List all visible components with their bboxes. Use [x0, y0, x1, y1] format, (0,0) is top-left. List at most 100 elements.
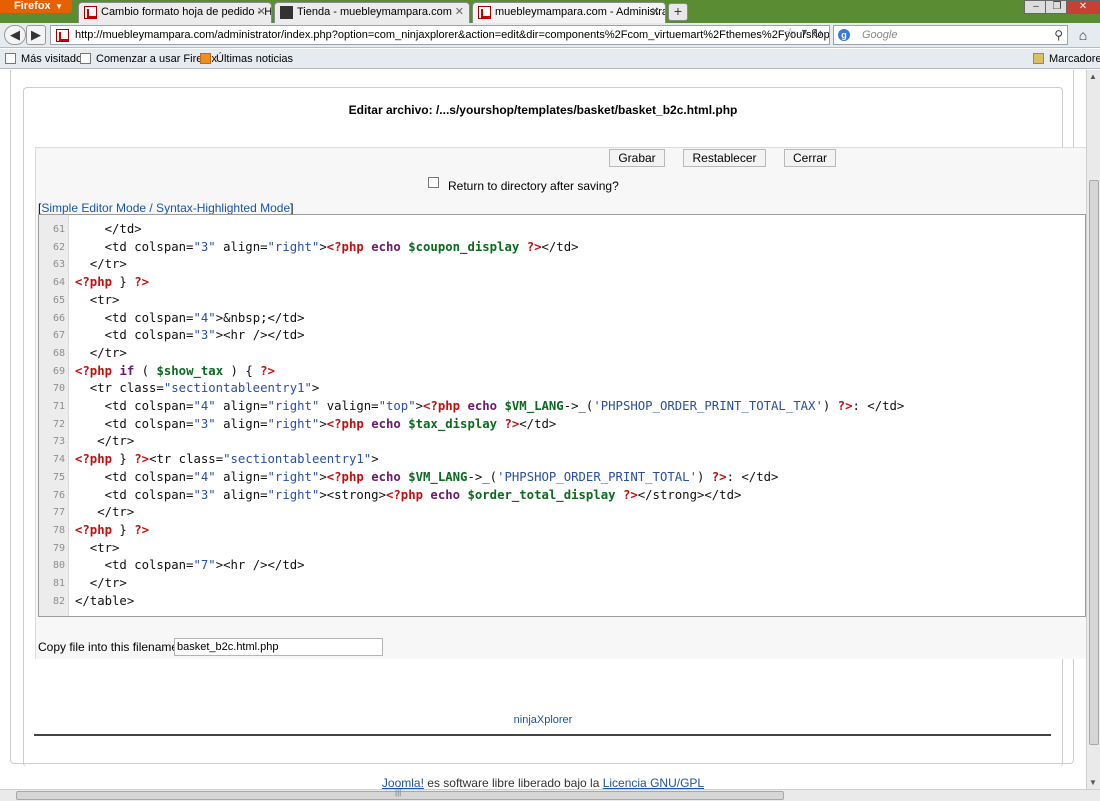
- editor-mode-toggle: [Simple Editor Mode / Syntax-Highlighted…: [38, 201, 293, 215]
- close-button[interactable]: Cerrar: [784, 149, 836, 167]
- joomla-link[interactable]: Joomla!: [382, 776, 424, 789]
- search-input[interactable]: g Google ⚲: [833, 25, 1068, 45]
- code-token: </tr>: [75, 576, 127, 590]
- code-token: </tr>: [75, 434, 135, 449]
- code-token: 'PHPSHOP_ORDER_PRINT_TOTAL_TAX': [593, 399, 823, 413]
- line-number: 77: [52, 507, 65, 519]
- code-token: </tr>: [75, 505, 135, 520]
- forward-icon[interactable]: ▶: [26, 25, 46, 45]
- code-token: </td>: [541, 239, 579, 254]
- code-token: <td colspan=: [75, 487, 194, 502]
- line-number: 62: [52, 241, 65, 253]
- code-token: ->_(: [563, 399, 594, 413]
- code-token: "3": [193, 487, 216, 502]
- code-token: "right": [267, 469, 320, 484]
- scroll-down-icon[interactable]: ▼: [1089, 778, 1097, 787]
- reload-icon[interactable]: ↻: [812, 26, 823, 42]
- firefox-menu-button[interactable]: Firefox ▼: [0, 0, 72, 13]
- back-icon[interactable]: ◀: [4, 25, 26, 45]
- code-token: <tr>: [75, 292, 120, 307]
- line-number: 72: [52, 418, 65, 430]
- code-token: >&nbsp;</td>: [215, 310, 305, 325]
- code-line: 68 </tr>: [39, 345, 1085, 363]
- divider: [34, 734, 1051, 736]
- code-line: 81 </tr>: [39, 575, 1085, 593]
- code-token: ?>: [134, 275, 150, 290]
- code-token: <?php: [385, 487, 424, 502]
- code-line: 62 <td colspan="3" align="right"><?php e…: [39, 239, 1085, 257]
- tab-cambio-formato[interactable]: Cambio formato hoja de pedido - Ho... ✕: [78, 2, 272, 23]
- copy-filename-input[interactable]: [174, 638, 383, 656]
- line-number: 75: [52, 471, 65, 483]
- code-token: "right": [267, 239, 320, 254]
- code-line: 70 <tr class="sectiontableentry1">: [39, 380, 1085, 398]
- code-token: <?php: [326, 239, 364, 254]
- footer: Joomla! es software libre liberado bajo …: [0, 776, 1086, 789]
- tab-tienda[interactable]: Tienda - muebleymampara.com ✕: [274, 2, 470, 23]
- code-token: $order_total_display: [467, 487, 616, 502]
- window-close-icon[interactable]: ✕: [1066, 0, 1100, 14]
- vertical-scrollbar[interactable]: ▲ ▼: [1086, 70, 1100, 789]
- bookmark-icon: [5, 53, 16, 64]
- code-token: if: [119, 363, 135, 378]
- code-token: ?>: [622, 487, 638, 502]
- home-icon[interactable]: ⌂: [1072, 25, 1094, 45]
- bookmark-mas-visitados[interactable]: Más visitados: [5, 49, 88, 69]
- bookmark-comenzar-firefox[interactable]: Comenzar a usar Firefox: [80, 49, 217, 69]
- return-to-directory-checkbox[interactable]: [428, 177, 439, 188]
- bookmark-ultimas-noticias[interactable]: Últimas noticias: [200, 49, 293, 69]
- google-icon[interactable]: g: [838, 29, 850, 41]
- chevron-down-icon[interactable]: ▼: [800, 27, 809, 37]
- code-token: <?php: [326, 469, 364, 484]
- line-number: 63: [52, 259, 65, 271]
- code-token: align=: [215, 416, 268, 431]
- bookmarks-menu[interactable]: Marcadores: [1033, 49, 1100, 69]
- line-number: 65: [52, 294, 65, 306]
- code-token: <td colspan=: [75, 558, 194, 573]
- code-text: </tr>: [75, 345, 127, 363]
- code-token: ><hr /></td>: [215, 558, 305, 573]
- tab-administracion[interactable]: muebleymampara.com - Administra... ✕: [472, 2, 666, 23]
- code-text: <tr class="sectiontableentry1">: [75, 380, 320, 398]
- horizontal-scrollbar[interactable]: |||: [0, 788, 1100, 801]
- save-button[interactable]: Grabar: [609, 149, 665, 167]
- code-text: <?php } ?>: [75, 522, 149, 540]
- code-token: 'PHPSHOP_ORDER_PRINT_TOTAL': [497, 469, 697, 484]
- code-text: <td colspan="7"><hr /></td>: [75, 557, 305, 575]
- close-tab-icon[interactable]: ✕: [455, 3, 464, 22]
- line-number: 70: [52, 383, 65, 395]
- code-editor[interactable]: 61 </td> 62 <td colspan="3" align="right"…: [38, 214, 1086, 617]
- scroll-up-icon[interactable]: ▲: [1089, 72, 1097, 81]
- url-bar[interactable]: http://muebleymampara.com/administrator/…: [50, 25, 830, 45]
- star-icon[interactable]: ☆: [784, 25, 797, 42]
- code-text: <?php if ( $show_tax ) { ?>: [75, 363, 275, 381]
- code-token: "3": [193, 239, 216, 254]
- page-title: Editar archivo: /...s/yourshop/templates…: [348, 103, 738, 117]
- code-token: <td colspan=: [75, 469, 194, 484]
- close-tab-icon[interactable]: ✕: [651, 3, 660, 22]
- code-line: 66 <td colspan="4">&nbsp;</td>: [39, 310, 1085, 328]
- close-tab-icon[interactable]: ✕: [257, 3, 266, 22]
- scrollbar-thumb[interactable]: [1089, 180, 1099, 745]
- code-token: </td>: [519, 416, 557, 431]
- url-text: http://muebleymampara.com/administrator/…: [75, 29, 830, 41]
- code-token: : </td>: [852, 399, 905, 413]
- code-text: <?php } ?><tr class="sectiontableentry1"…: [75, 451, 379, 469]
- code-token: <?php: [75, 363, 113, 378]
- code-text: </tr>: [75, 575, 127, 593]
- code-token: >: [319, 239, 327, 254]
- ninjaxplorer-link[interactable]: ninjaXplorer: [0, 714, 1086, 726]
- code-line: 72 <td colspan="3" align="right"><?php e…: [39, 416, 1085, 434]
- search-icon[interactable]: ⚲: [1054, 26, 1063, 44]
- code-line: 78 <?php } ?>: [39, 522, 1085, 540]
- site-favicon-icon: [280, 6, 293, 19]
- reset-button[interactable]: Restablecer: [683, 149, 766, 167]
- line-number: 67: [52, 330, 65, 342]
- code-token: valign=: [319, 399, 379, 413]
- code-token: "right": [267, 399, 320, 413]
- license-link[interactable]: Licencia GNU/GPL: [603, 776, 704, 789]
- line-number: 74: [52, 454, 65, 466]
- code-token: <td colspan=: [75, 416, 194, 431]
- new-tab-button[interactable]: +: [668, 3, 688, 21]
- editor-mode-link[interactable]: Simple Editor Mode / Syntax-Highlighted …: [41, 201, 290, 215]
